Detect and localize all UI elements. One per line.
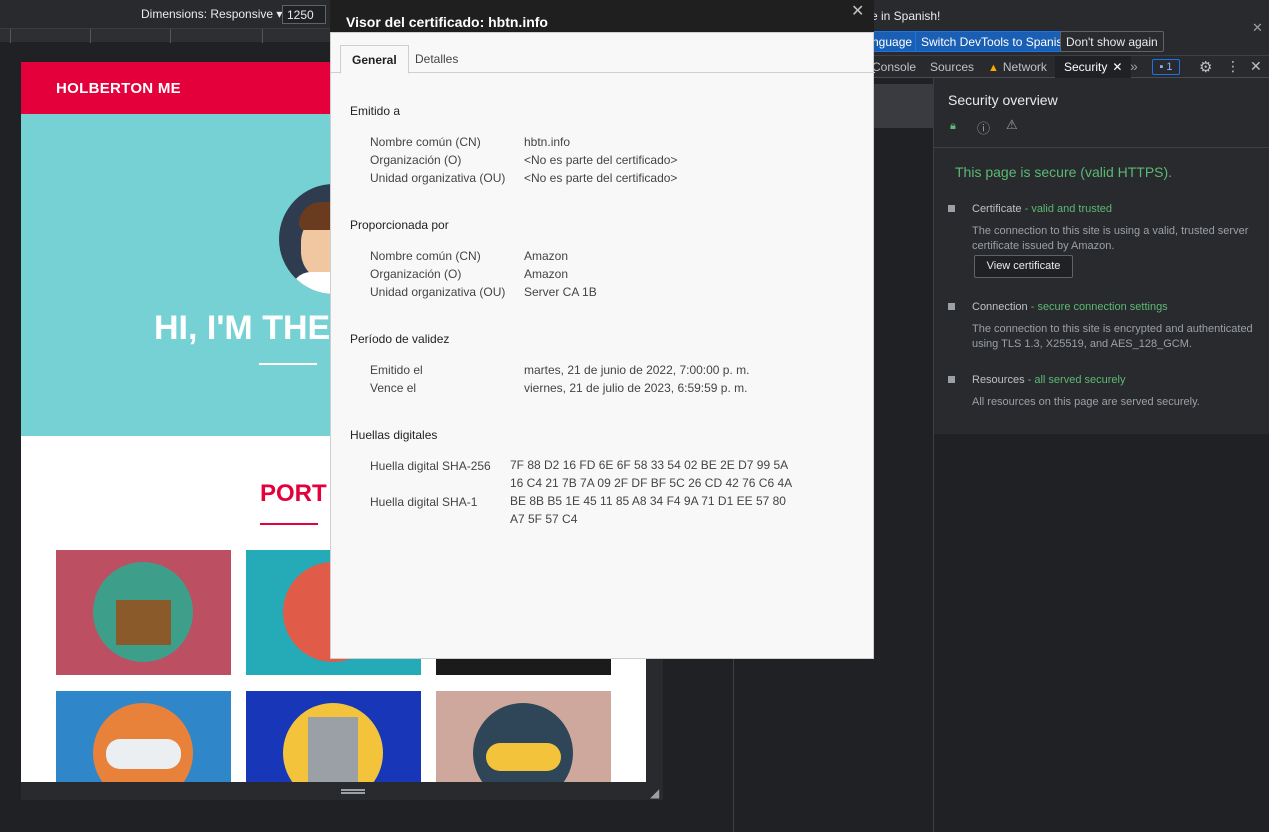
issued-to-heading: Emitido a	[350, 104, 401, 118]
bullet-icon	[948, 205, 955, 212]
close-icon[interactable]: ✕	[851, 1, 864, 21]
tab-general[interactable]: General	[340, 45, 409, 74]
field-label: Organización (O)	[370, 153, 462, 167]
certificate-viewer-title: Visor del certificado: hbtn.info	[346, 14, 548, 30]
bullet-icon	[948, 303, 955, 310]
field-label: Organización (O)	[370, 267, 462, 281]
sha256-line-1: 7F 88 D2 16 FD 6E 6F 58 33 54 02 BE 2E D…	[510, 458, 789, 472]
dimensions-dropdown[interactable]: Dimensions: Responsive ▾	[141, 7, 282, 21]
connection-label: Connection	[972, 301, 1028, 313]
fingerprints-heading: Huellas digitales	[350, 428, 438, 442]
field-label: Huella digital SHA-256	[370, 459, 491, 473]
field-label: Unidad organizativa (OU)	[370, 285, 506, 299]
close-icon[interactable]: ✕	[1112, 60, 1122, 74]
resize-bar[interactable]: ◢	[21, 782, 663, 800]
tab-network[interactable]: ▲ Network	[988, 60, 1047, 74]
connection-item-title: Connection - secure connection settings	[972, 301, 1168, 313]
kebab-menu-icon[interactable]: ⋮	[1226, 58, 1240, 75]
certificate-item-title: Certificate - valid and trusted	[972, 203, 1112, 215]
resources-description: All resources on this page are served se…	[972, 396, 1200, 408]
switch-to-spanish-button[interactable]: Switch DevTools to Spanish	[915, 31, 1076, 52]
close-icon[interactable]: ✕	[1252, 20, 1263, 36]
sha1-line-1: BE 8B B5 1E 45 11 85 A8 34 F4 9A 71 D1 E…	[510, 494, 786, 508]
sha256-line-2: 16 C4 21 7B 7A 09 2F DF BF 5C 26 CD 42 7…	[510, 476, 793, 490]
certificate-viewer-titlebar: Visor del certificado: hbtn.info ✕	[330, 0, 874, 32]
field-value: hbtn.info	[524, 135, 571, 149]
infobar-text: e in Spanish!	[871, 9, 941, 23]
connection-status: - secure connection settings	[1030, 301, 1168, 313]
security-overview-body: This page is secure (valid HTTPS). Certi…	[934, 148, 1269, 434]
dont-show-again-button[interactable]: Don't show again	[1060, 31, 1164, 52]
field-value: Amazon	[524, 249, 569, 263]
width-input[interactable]	[282, 5, 326, 24]
field-value: martes, 21 de junio de 2022, 7:00:00 p. …	[524, 363, 750, 377]
divider	[259, 363, 317, 365]
issues-badge[interactable]: ▪ 1	[1152, 59, 1180, 75]
lock-icon: 🔒︎	[950, 120, 956, 132]
field-value: viernes, 21 de julio de 2023, 6:59:59 p.…	[524, 381, 748, 395]
resources-status: - all served securely	[1027, 374, 1126, 386]
resize-handle-icon[interactable]	[341, 789, 365, 794]
field-value: <No es parte del certificado>	[524, 171, 678, 185]
field-value: Server CA 1B	[524, 285, 597, 299]
tab-security-label: Security	[1064, 60, 1108, 74]
certificate-label: Certificate	[972, 203, 1022, 215]
corner-resize-icon[interactable]: ◢	[650, 786, 659, 800]
field-value: <No es parte del certificado>	[524, 153, 678, 167]
field-value: Amazon	[524, 267, 569, 281]
field-label: Huella digital SHA-1	[370, 495, 478, 509]
portfolio-tile-safe[interactable]	[246, 691, 421, 782]
field-label: Nombre común (CN)	[370, 135, 481, 149]
tab-network-label: Network	[1002, 60, 1047, 74]
field-label: Vence el	[370, 381, 417, 395]
portfolio-tile-gamepad[interactable]	[56, 691, 231, 782]
resources-item-title: Resources - all served securely	[972, 374, 1125, 386]
hero-title: HI, I'M THE	[154, 309, 331, 347]
chevron-double-right-icon[interactable]: »	[1130, 58, 1138, 74]
resources-label: Resources	[972, 374, 1025, 386]
tab-details[interactable]: Detalles	[415, 52, 458, 66]
tab-security[interactable]: Security ✕	[1055, 56, 1132, 78]
connection-description: The connection to this site is encrypted…	[972, 323, 1253, 350]
divider	[260, 523, 318, 525]
issues-icon: ▪	[1159, 61, 1164, 73]
portfolio-tile-cabin[interactable]	[56, 550, 231, 675]
view-certificate-button[interactable]: View certificate	[974, 255, 1073, 278]
security-overview-header: Security overview 🔒︎ ⓘ ⚠	[934, 78, 1269, 148]
warning-icon: ⚠	[1006, 117, 1018, 132]
sha1-line-2: A7 5F 57 C4	[510, 512, 578, 526]
field-label: Emitido el	[370, 363, 423, 377]
validity-heading: Período de validez	[350, 332, 450, 346]
certificate-tabs: General Detalles	[331, 33, 875, 74]
secure-summary: This page is secure (valid HTTPS).	[955, 164, 1173, 180]
certificate-status: - valid and trusted	[1024, 203, 1113, 215]
issued-by-heading: Proporcionada por	[350, 218, 449, 232]
portfolio-title: PORT	[260, 480, 327, 507]
site-brand[interactable]: HOLBERTON ME	[56, 80, 181, 97]
field-label: Nombre común (CN)	[370, 249, 481, 263]
tab-console[interactable]: Console	[872, 60, 916, 74]
close-icon[interactable]: ✕	[1250, 58, 1262, 75]
sidebar-selected-item[interactable]	[874, 84, 934, 128]
certificate-viewer: General Detalles Emitido a Nombre común …	[330, 32, 875, 659]
issues-count: 1	[1166, 61, 1173, 73]
info-icon: ⓘ	[977, 121, 991, 136]
certificate-description: The connection to this site is using a v…	[972, 225, 1249, 252]
gear-icon[interactable]: ⚙	[1199, 58, 1212, 76]
warning-icon: ▲	[988, 62, 999, 74]
security-overview-title: Security overview	[948, 92, 1058, 108]
field-label: Unidad organizativa (OU)	[370, 171, 506, 185]
portfolio-tile-submarine[interactable]	[436, 691, 611, 782]
bullet-icon	[948, 376, 955, 383]
tab-sources[interactable]: Sources	[930, 60, 974, 74]
